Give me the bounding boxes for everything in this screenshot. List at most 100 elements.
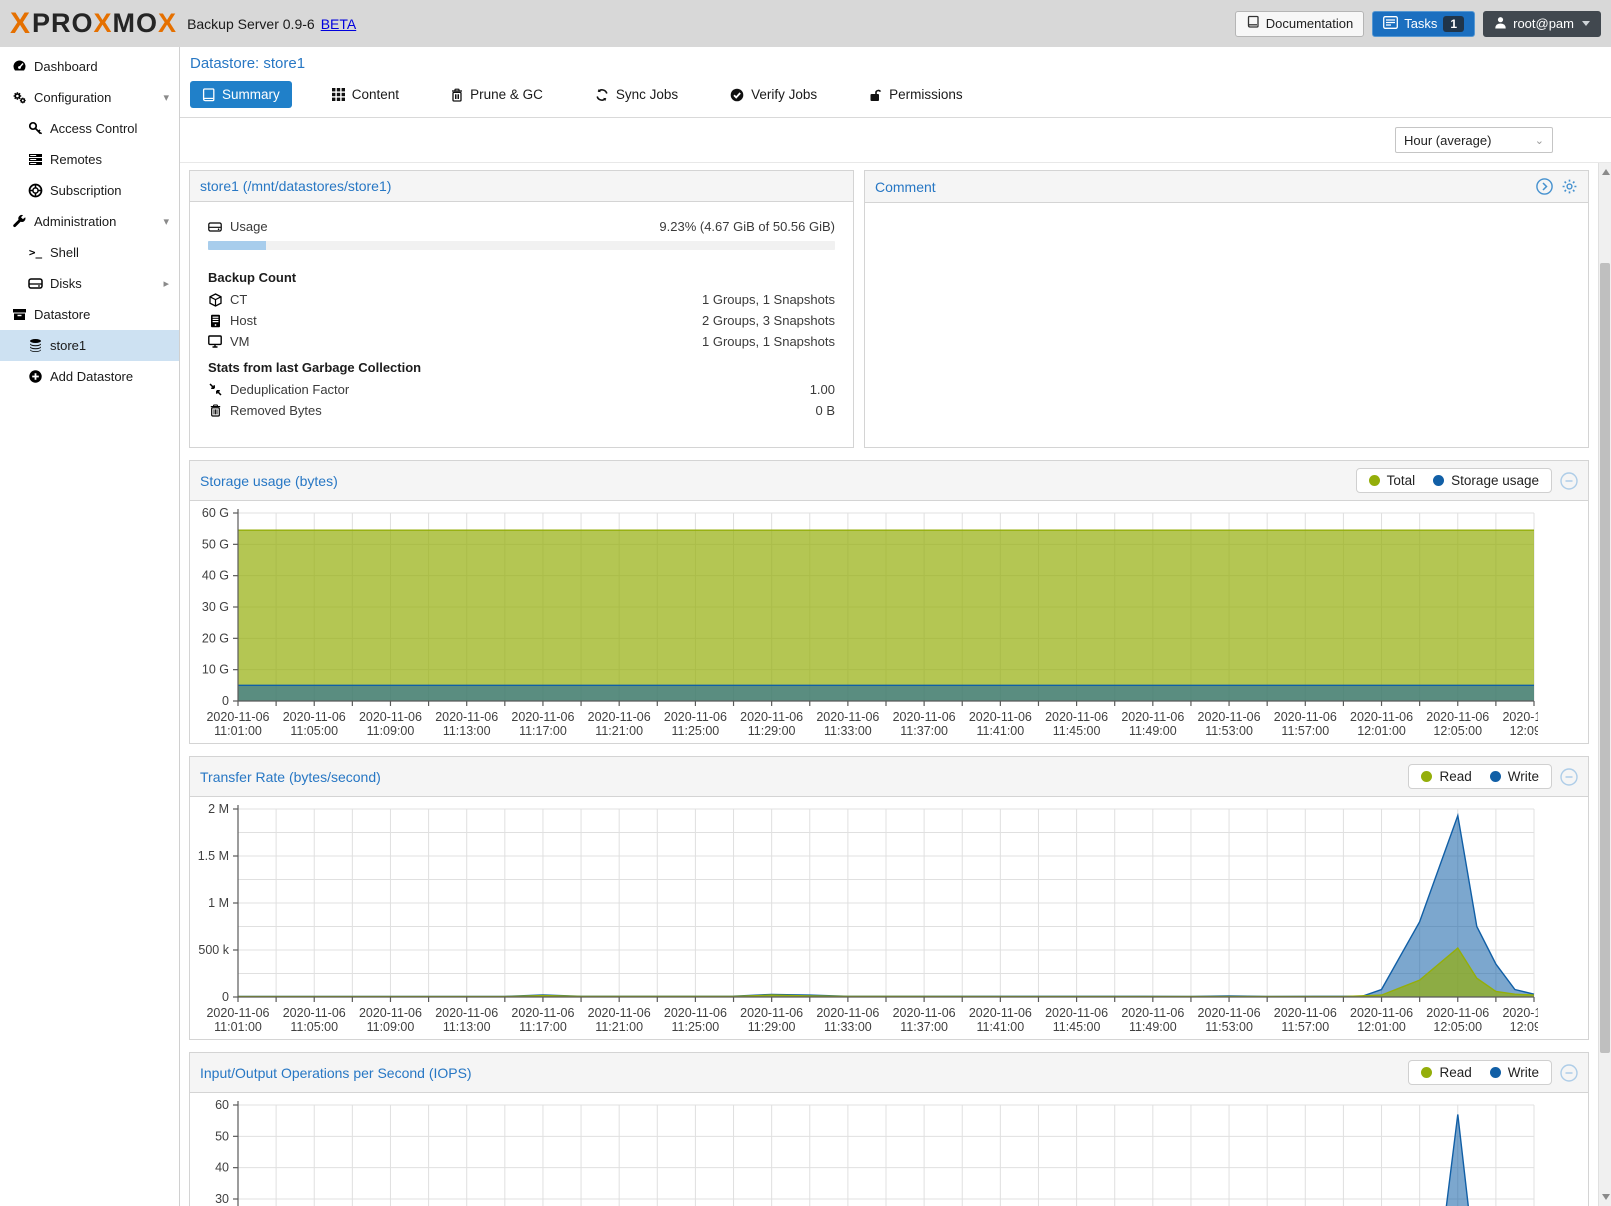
scrollbar-thumb[interactable] [1600,263,1610,1053]
legend-label: Total [1387,473,1416,488]
svg-text:2020-11-06: 2020-11-06 [1274,1006,1337,1020]
legend-item[interactable]: Write [1490,769,1539,784]
svg-text:11:33:00: 11:33:00 [824,724,872,738]
legend-item[interactable]: Total [1369,473,1416,488]
wrench-icon [12,214,27,229]
legend-label: Read [1439,1065,1471,1080]
svg-text:2020-11-06: 2020-11-06 [511,710,574,724]
check-circle-icon [730,88,744,102]
scroll-up-arrow[interactable] [1599,165,1611,179]
hdd-icon [208,221,222,233]
sidebar-item-disks[interactable]: Disks ▸ [0,268,179,299]
legend-item[interactable]: Write [1490,1065,1539,1080]
chevron-down-icon: ⌄ [1535,134,1544,147]
compress-icon [208,383,222,396]
vertical-scrollbar[interactable] [1598,163,1611,1206]
tab-permissions[interactable]: Permissions [857,81,975,108]
svg-text:2020-11-06: 2020-11-06 [969,710,1032,724]
svg-text:2020-11-06: 2020-11-06 [359,1006,422,1020]
legend-item[interactable]: Read [1421,769,1471,784]
documentation-button[interactable]: Documentation [1235,11,1364,37]
svg-text:12:09:00: 12:09:00 [1510,1020,1538,1034]
chart-title: Input/Output Operations per Second (IOPS… [200,1065,472,1081]
collapse-chart-button[interactable] [1560,1064,1578,1082]
legend-label: Write [1508,1065,1539,1080]
svg-text:11:37:00: 11:37:00 [900,1020,948,1034]
legend-item[interactable]: Storage usage [1433,473,1539,488]
life-ring-icon [28,183,43,198]
trash-icon [208,404,222,417]
collapse-caret-icon[interactable]: ▾ [163,215,169,228]
svg-text:2020-11-06: 2020-11-06 [893,1006,956,1020]
svg-text:12:05:00: 12:05:00 [1433,1020,1482,1034]
sidebar-item-administration[interactable]: Administration ▾ [0,206,179,237]
beta-link[interactable]: BETA [321,16,357,32]
chart-legend: Total Storage usage [1356,468,1552,493]
expand-caret-icon[interactable]: ▸ [163,277,169,290]
chart-legend: Read Write [1408,764,1552,789]
svg-text:50: 50 [215,1129,229,1143]
summary-toolbar: Hour (average) ⌄ [180,117,1611,163]
chart-legend: Read Write [1408,1060,1552,1085]
svg-text:2020-11-06: 2020-11-06 [435,1006,498,1020]
expand-comment-button[interactable] [1536,178,1553,195]
tab-sync-jobs[interactable]: Sync Jobs [583,81,690,108]
tab-prune-gc[interactable]: Prune & GC [439,81,555,108]
svg-text:2020-11-06: 2020-11-06 [664,710,727,724]
sidebar-item-datastore[interactable]: Datastore [0,299,179,330]
sidebar-item-dashboard[interactable]: Dashboard [0,51,179,82]
sidebar: Dashboard Configuration ▾ Access Control… [0,47,180,1206]
datastore-summary-panel: store1 (/mnt/datastores/store1) Usage 9.… [189,170,854,448]
monitor-icon [208,335,222,348]
svg-text:11:29:00: 11:29:00 [748,1020,796,1034]
proxmox-x-icon: X [10,7,31,41]
svg-text:11:05:00: 11:05:00 [290,724,338,738]
legend-dot-icon [1421,771,1432,782]
top-bar: X PROXMOX Backup Server 0.9-6 BETA Docum… [0,0,1611,47]
svg-text:11:49:00: 11:49:00 [1129,1020,1177,1034]
sidebar-item-configuration[interactable]: Configuration ▾ [0,82,179,113]
tab-verify-jobs[interactable]: Verify Jobs [718,81,829,108]
tab-bar: Summary Content Prune & GC Sync Jobs Ver… [190,81,1601,117]
svg-text:11:09:00: 11:09:00 [367,724,415,738]
comment-panel: Comment [864,170,1589,448]
svg-text:2020-11-06: 2020-11-06 [740,710,803,724]
tab-summary[interactable]: Summary [190,81,292,108]
scroll-down-arrow[interactable] [1599,1190,1611,1204]
svg-text:2020-11-06: 2020-11-06 [740,1006,803,1020]
vm-row: VM 1 Groups, 1 Snapshots [208,331,835,352]
cube-icon [208,293,222,307]
timeframe-select[interactable]: Hour (average) ⌄ [1395,127,1553,153]
collapse-caret-icon[interactable]: ▾ [163,91,169,104]
user-menu-button[interactable]: root@pam [1483,11,1601,37]
gear-icon[interactable] [1561,178,1578,195]
comment-body[interactable] [865,203,1588,447]
svg-text:11:09:00: 11:09:00 [367,1020,415,1034]
collapse-chart-button[interactable] [1560,768,1578,786]
svg-text:11:49:00: 11:49:00 [1129,724,1177,738]
legend-item[interactable]: Read [1421,1065,1471,1080]
sidebar-item-add-datastore[interactable]: Add Datastore [0,361,179,392]
dedup-row: Deduplication Factor 1.00 [208,379,835,400]
svg-text:10 G: 10 G [202,663,229,677]
svg-text:2020-11-06: 2020-11-06 [1045,1006,1108,1020]
tasks-button[interactable]: Tasks 1 [1372,11,1475,37]
svg-text:11:45:00: 11:45:00 [1053,724,1101,738]
chevron-down-icon [1582,21,1590,26]
sidebar-item-subscription[interactable]: Subscription [0,175,179,206]
svg-text:2020-11-06: 2020-11-06 [206,710,269,724]
archive-box-icon [12,307,27,322]
tasks-count-badge: 1 [1443,16,1464,32]
trash-icon [451,88,463,102]
task-list-icon [1383,16,1398,32]
sidebar-item-shell[interactable]: >_ Shell [0,237,179,268]
svg-text:11:25:00: 11:25:00 [672,724,720,738]
sidebar-item-access-control[interactable]: Access Control [0,113,179,144]
svg-text:500 k: 500 k [198,943,229,957]
sidebar-item-store1[interactable]: store1 [0,330,179,361]
sidebar-item-remotes[interactable]: Remotes [0,144,179,175]
legend-label: Write [1508,769,1539,784]
svg-text:1.5 M: 1.5 M [198,849,229,863]
collapse-chart-button[interactable] [1560,472,1578,490]
tab-content[interactable]: Content [320,81,411,108]
